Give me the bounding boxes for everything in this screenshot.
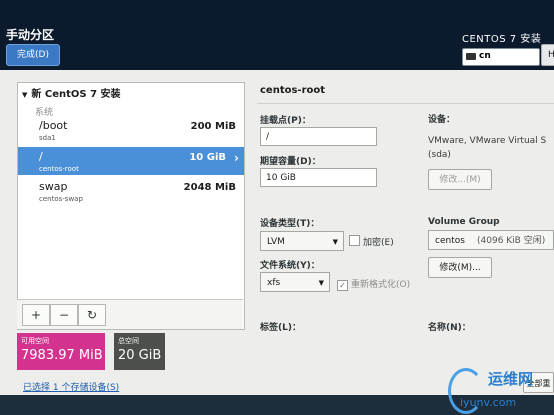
- install-group-header[interactable]: ▼ 新 CentOS 7 安装: [22, 85, 121, 100]
- total-space-label: 总空间: [118, 337, 139, 345]
- device-label: 设备：: [428, 115, 456, 125]
- encrypt-label: 加密(E): [363, 238, 394, 248]
- expander-arrow-icon: ▼: [22, 91, 28, 99]
- total-space-badge: 总空间 20 GiB: [114, 333, 165, 370]
- partition-controls: + − ↻: [17, 299, 243, 329]
- filesystem-value: xfs: [267, 278, 281, 288]
- available-space-value: 7983.97 MiB: [21, 348, 103, 363]
- selected-storage-link[interactable]: 已选择 1 个存储设备(S): [23, 380, 119, 393]
- product-title: CENTOS 7 安装: [462, 34, 542, 45]
- encrypt-checkbox[interactable]: 加密(E): [349, 235, 394, 248]
- mount-point-size: 2048 MiB: [183, 182, 236, 193]
- available-space-badge: 可用空间 7983.97 MiB: [17, 333, 105, 370]
- mount-point-name: /boot: [39, 119, 68, 132]
- mount-point-name: /: [39, 150, 43, 163]
- divider: [257, 103, 554, 104]
- checkbox-box-icon: [349, 235, 360, 246]
- add-mount-point-button[interactable]: +: [22, 304, 50, 326]
- desired-capacity-label: 期望容量(D)：: [260, 157, 321, 167]
- mount-point-label: 挂载点(P)：: [260, 116, 311, 126]
- refresh-icon[interactable]: ↻: [78, 304, 106, 326]
- done-button[interactable]: 完成(D): [6, 44, 60, 66]
- device-type-value: LVM: [267, 237, 285, 247]
- keyboard-layout-label: cn: [479, 51, 491, 61]
- reformat-label: 重新格式化(O): [351, 280, 411, 290]
- filesystem-label: 文件系统(Y)：: [260, 261, 320, 271]
- modify-volume-group-button[interactable]: 修改(M)...: [428, 257, 492, 278]
- header-bar: 手动分区 完成(D) CENTOS 7 安装 cn H: [0, 0, 554, 70]
- volume-group-free: (4096 KiB 空闲): [477, 236, 546, 246]
- desired-capacity-input[interactable]: 10 GiB: [260, 168, 377, 187]
- reformat-checkbox[interactable]: ✓ 重新格式化(O): [337, 277, 410, 291]
- mount-point-root[interactable]: / centos-root 10 GiB ›: [18, 147, 244, 175]
- total-space-value: 20 GiB: [118, 348, 162, 363]
- page-title: 手动分区: [6, 28, 55, 42]
- mount-point-boot[interactable]: /boot sda1 200 MiB: [18, 116, 244, 144]
- watermark-text: 运维网: [488, 370, 534, 388]
- checkmark-icon: ✓: [337, 280, 348, 291]
- watermark-url: iyunv.com: [460, 396, 517, 409]
- install-group-title: 新 CentOS 7 安装: [31, 89, 121, 100]
- tag-label: 标签(L)：: [260, 323, 301, 333]
- help-button[interactable]: H: [541, 44, 554, 66]
- mount-point-device: centos-swap: [39, 195, 83, 203]
- volume-group-value: centos: [435, 236, 465, 246]
- mount-point-size: 200 MiB: [190, 121, 236, 132]
- mount-point-list: ▼ 新 CentOS 7 安装 系统 /boot sda1 200 MiB / c…: [17, 82, 245, 330]
- watermark-logo: 运维网 iyunv.com: [448, 362, 554, 415]
- device-type-select[interactable]: LVM ▼: [260, 231, 344, 251]
- device-type-label: 设备类型(T)：: [260, 219, 320, 229]
- name-label: 名称(N)：: [428, 323, 471, 333]
- dropdown-arrow-icon: ▼: [318, 279, 324, 287]
- filesystem-select[interactable]: xfs ▼: [260, 272, 330, 292]
- remove-mount-point-button[interactable]: −: [50, 304, 78, 326]
- volume-group-select[interactable]: centos (4096 KiB 空闲): [428, 230, 554, 250]
- keyboard-icon: [466, 53, 476, 60]
- mount-point-device: sda1: [39, 134, 56, 142]
- selected-device-title: centos-root: [260, 85, 326, 96]
- dropdown-arrow-icon: ▼: [332, 238, 338, 246]
- modify-device-button[interactable]: 修改...(M): [428, 169, 492, 190]
- mount-point-input[interactable]: /: [260, 127, 377, 146]
- volume-group-label: Volume Group: [428, 217, 500, 227]
- chevron-right-icon: ›: [234, 151, 239, 165]
- keyboard-layout-indicator[interactable]: cn: [462, 48, 540, 66]
- mount-point-name: swap: [39, 180, 68, 193]
- mount-point-size: 10 GiB: [189, 152, 226, 163]
- mount-point-swap[interactable]: swap centos-swap 2048 MiB: [18, 177, 244, 205]
- available-space-label: 可用空间: [21, 337, 49, 345]
- device-description: VMware, VMware Virtual S (sda): [428, 136, 547, 160]
- mount-point-device: centos-root: [39, 165, 79, 173]
